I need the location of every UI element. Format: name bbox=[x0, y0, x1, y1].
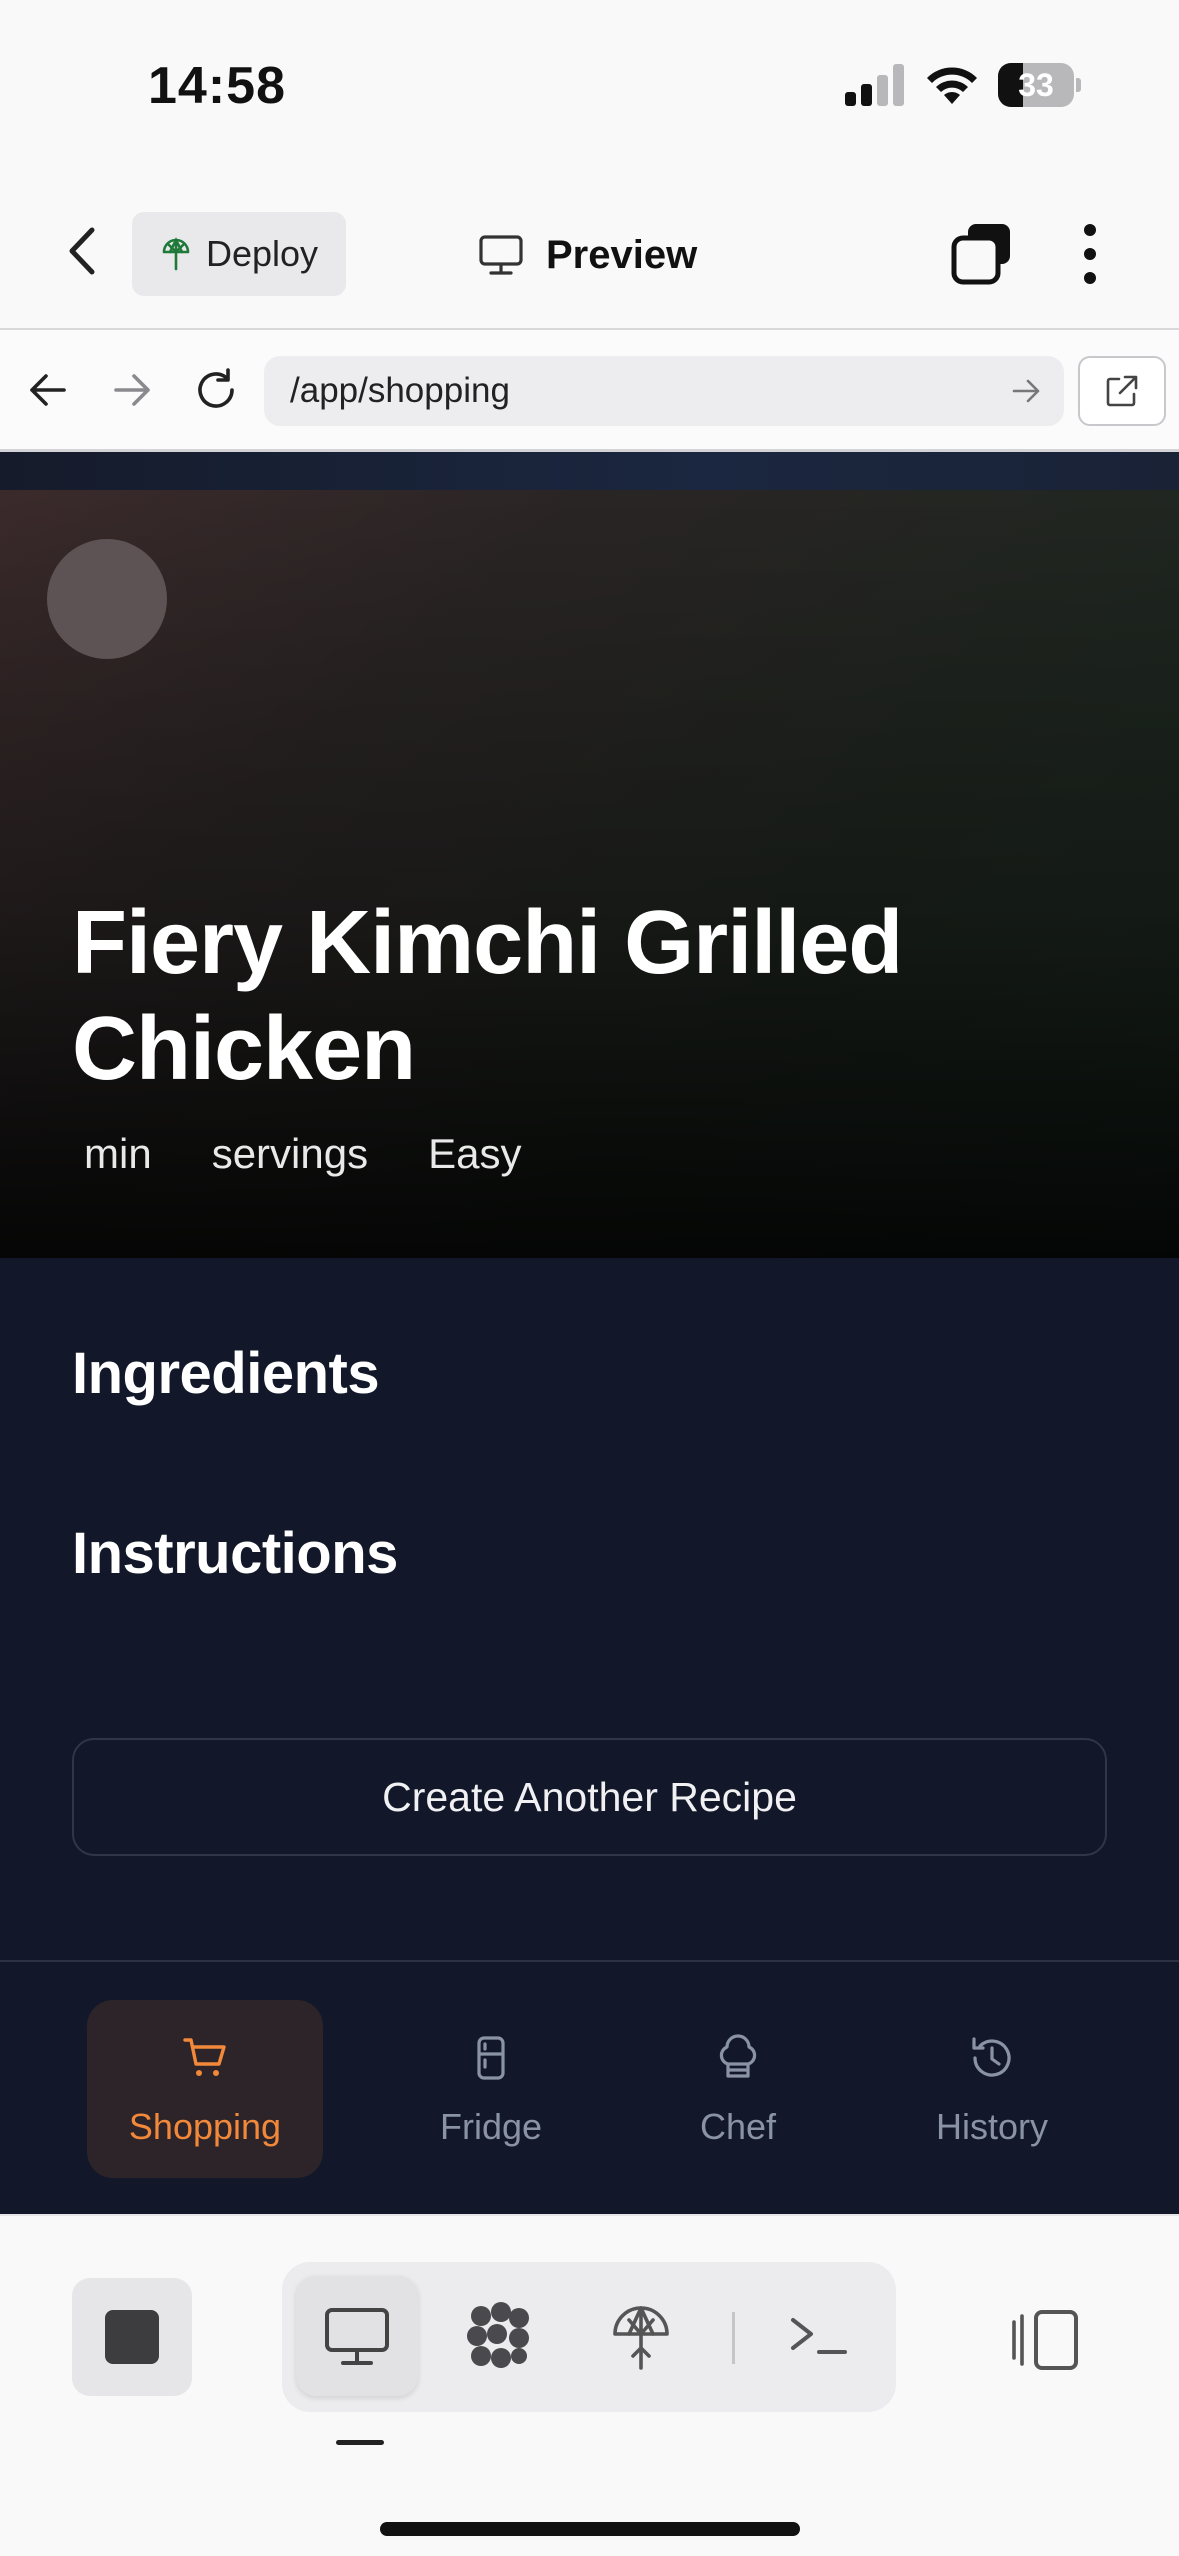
ide-dock bbox=[0, 2214, 1179, 2556]
dock-preview-button[interactable] bbox=[296, 2276, 418, 2396]
deploy-label: Deploy bbox=[206, 233, 319, 274]
tab-history-label: History bbox=[935, 2106, 1048, 2147]
back-chevron-icon[interactable] bbox=[62, 226, 102, 276]
status-time: 14:58 bbox=[148, 57, 286, 115]
battery-percent: 33 bbox=[1018, 67, 1054, 103]
tab-chef-label: Chef bbox=[699, 2106, 777, 2147]
dock-divider bbox=[732, 2312, 735, 2364]
app-preview: Fiery Kimchi Grilled Chicken min serving… bbox=[0, 452, 1179, 2214]
agents-icon bbox=[467, 2302, 529, 2368]
preview-tab[interactable]: Preview bbox=[478, 220, 697, 290]
dock-deploy-button[interactable] bbox=[580, 2276, 702, 2396]
tab-fridge-label: Fridge bbox=[439, 2106, 543, 2147]
dock-tool-group bbox=[282, 2262, 896, 2412]
status-bar: 14:58 33 bbox=[0, 0, 1179, 170]
dock-terminal-button[interactable] bbox=[758, 2276, 880, 2396]
open-external-button[interactable] bbox=[1078, 356, 1166, 426]
active-dock-indicator bbox=[336, 2440, 384, 2445]
hero-back-button[interactable] bbox=[47, 539, 167, 659]
recipe-title: Fiery Kimchi Grilled Chicken bbox=[72, 893, 903, 1099]
deploy-button[interactable]: Deploy bbox=[132, 212, 346, 296]
stop-button[interactable] bbox=[72, 2278, 192, 2396]
instructions-heading: Instructions bbox=[72, 1521, 398, 1586]
stop-icon bbox=[105, 2310, 159, 2364]
signal-icon bbox=[845, 64, 904, 106]
deploy-tree-icon bbox=[613, 2306, 669, 2370]
monitor-icon bbox=[479, 235, 523, 275]
back-arrow-icon[interactable] bbox=[24, 366, 72, 414]
go-arrow-icon[interactable] bbox=[1010, 375, 1042, 407]
app-top-strip bbox=[0, 452, 1179, 490]
tab-fridge[interactable]: Fridge bbox=[373, 2000, 609, 2178]
more-vertical-icon[interactable] bbox=[1070, 222, 1110, 286]
meta-servings: servings bbox=[211, 1130, 369, 1177]
deploy-tree-icon bbox=[162, 237, 190, 271]
meta-time: min bbox=[84, 1130, 152, 1177]
reload-icon[interactable] bbox=[192, 366, 240, 414]
panel-toggle-icon[interactable] bbox=[1008, 2308, 1082, 2372]
top-toolbar: Deploy Preview bbox=[0, 170, 1179, 330]
chef-hat-icon bbox=[719, 2034, 757, 2078]
tab-shopping-label: Shopping bbox=[128, 2106, 282, 2147]
ingredients-heading: Ingredients bbox=[72, 1341, 380, 1406]
create-another-recipe-button[interactable]: Create Another Recipe bbox=[72, 1738, 1107, 1856]
recipe-hero: Fiery Kimchi Grilled Chicken min serving… bbox=[0, 490, 1179, 1258]
browser-url-bar: /app/shopping bbox=[0, 330, 1179, 452]
dock-agents-button[interactable] bbox=[438, 2276, 560, 2396]
tab-chef[interactable]: Chef bbox=[620, 2000, 856, 2178]
preview-label: Preview bbox=[546, 232, 698, 277]
recipe-meta: min servings Easy bbox=[84, 1130, 581, 1178]
app-bottom-nav: Shopping Fridge Chef History bbox=[0, 1960, 1179, 2214]
battery-icon: 33 bbox=[998, 63, 1081, 107]
home-indicator bbox=[380, 2522, 800, 2536]
fridge-icon bbox=[477, 2036, 505, 2080]
url-text: /app/shopping bbox=[290, 371, 510, 410]
url-input[interactable]: /app/shopping bbox=[264, 356, 1064, 426]
forward-arrow-icon[interactable] bbox=[108, 366, 156, 414]
meta-difficulty: Easy bbox=[428, 1130, 522, 1177]
history-icon bbox=[972, 2037, 1011, 2077]
copy-icon[interactable] bbox=[950, 222, 1012, 286]
external-link-icon bbox=[1106, 375, 1138, 407]
wifi-icon bbox=[927, 67, 977, 104]
cart-icon bbox=[183, 2038, 226, 2076]
tab-history[interactable]: History bbox=[874, 2000, 1110, 2178]
tab-shopping[interactable]: Shopping bbox=[87, 2000, 323, 2178]
monitor-icon bbox=[325, 2308, 389, 2365]
terminal-icon bbox=[791, 2318, 847, 2354]
